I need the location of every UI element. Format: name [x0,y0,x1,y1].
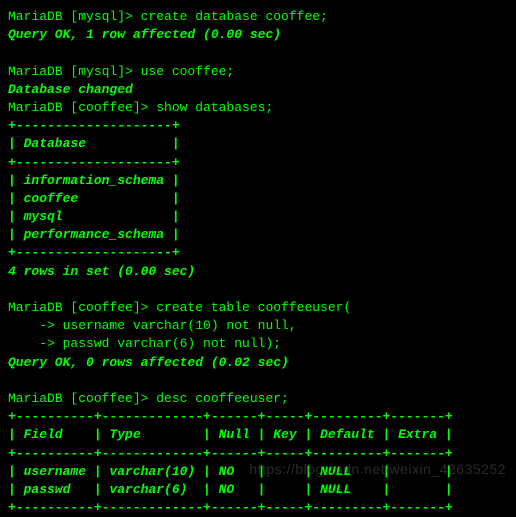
watermark-text: https://blog.csdn.net/weixin_42635252 [249,460,506,480]
terminal-line [8,44,508,62]
terminal-line: Database changed [8,81,508,99]
terminal-line: | Database | [8,135,508,153]
terminal-line: Query OK, 0 rows affected (0.02 sec) [8,354,508,372]
terminal-output[interactable]: MariaDB [mysql]> create database cooffee… [8,8,508,517]
terminal-line: MariaDB [mysql]> create database cooffee… [8,8,508,26]
terminal-line: +--------------------+ [8,154,508,172]
terminal-line: MariaDB [cooffee]> desc cooffeeuser; [8,390,508,408]
terminal-line: MariaDB [cooffee]> show databases; [8,99,508,117]
terminal-line: MariaDB [mysql]> use cooffee; [8,63,508,81]
terminal-line: +--------------------+ [8,117,508,135]
terminal-line: 4 rows in set (0.00 sec) [8,263,508,281]
terminal-line: | Field | Type | Null | Key | Default | … [8,426,508,444]
terminal-line: MariaDB [cooffee]> create table cooffeeu… [8,299,508,317]
terminal-line: +----------+-------------+------+-----+-… [8,408,508,426]
terminal-line: | information_schema | [8,172,508,190]
terminal-line: | performance_schema | [8,226,508,244]
terminal-line: -> passwd varchar(6) not null); [8,335,508,353]
terminal-line: Query OK, 1 row affected (0.00 sec) [8,26,508,44]
terminal-line: | cooffee | [8,190,508,208]
terminal-line [8,281,508,299]
terminal-line: +----------+-------------+------+-----+-… [8,499,508,517]
terminal-line: | passwd | varchar(6) | NO | | NULL | | [8,481,508,499]
terminal-line: | mysql | [8,208,508,226]
terminal-line: -> username varchar(10) not null, [8,317,508,335]
terminal-line [8,372,508,390]
terminal-line: +--------------------+ [8,244,508,262]
